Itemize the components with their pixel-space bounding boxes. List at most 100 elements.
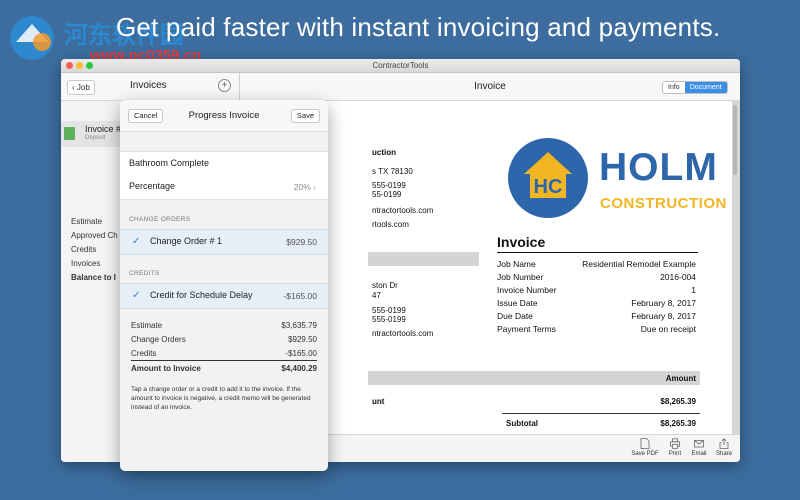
credit-label: Credit for Schedule Delay	[150, 290, 253, 300]
invoice-heading-rule	[497, 252, 698, 253]
summary-value-change-orders: $929.50	[288, 335, 317, 344]
change-orders-section-header: CHANGE ORDERS	[129, 216, 191, 223]
window-titlebar: ContractorTools	[61, 59, 740, 73]
back-to-job-button[interactable]: ‹ Job	[67, 80, 95, 95]
house-logo-icon: HC	[524, 152, 572, 198]
field-label-job-number: Job Number	[497, 272, 544, 282]
invoice-doc-icon	[64, 127, 75, 140]
field-value-job-name: Residential Remodel Example	[582, 259, 696, 269]
popover-header: Cancel Progress Invoice Save	[120, 100, 328, 132]
milestone-field[interactable]: Bathroom Complete	[120, 151, 328, 177]
credit-amount: -$165.00	[283, 291, 317, 301]
company-web-partial: rtools.com	[372, 220, 409, 229]
sidebar-title: Invoices	[130, 80, 167, 91]
change-order-amount: $929.50	[286, 237, 317, 247]
company-logo-badge: HC	[508, 138, 588, 218]
email-label: Email	[691, 451, 707, 457]
tab-info[interactable]: Info	[663, 82, 685, 93]
amount-to-invoice-label: Amount to Invoice	[131, 364, 201, 373]
logo-initials: HC	[534, 176, 563, 198]
sidebar-item-credits[interactable]: Credits	[71, 245, 96, 254]
document-scrollbar[interactable]	[733, 105, 737, 175]
save-pdf-label: Save PDF	[631, 451, 659, 457]
change-order-row[interactable]: ✓ Change Order # 1 $929.50	[120, 229, 328, 255]
share-icon	[719, 438, 729, 449]
amount-to-invoice-value: $4,400.29	[281, 364, 317, 373]
field-label-invoice-number: Invoice Number	[497, 285, 557, 295]
field-value-job-number: 2016-004	[660, 272, 696, 282]
field-value-issue-date: February 8, 2017	[631, 298, 696, 308]
plus-circle-icon[interactable]: +	[218, 79, 231, 92]
save-button[interactable]: Save	[290, 109, 320, 123]
marketing-headline: Get paid faster with instant invoicing a…	[116, 12, 721, 42]
company-name-partial: uction	[372, 148, 396, 157]
window-title: ContractorTools	[372, 61, 429, 70]
company-fax-partial: 55-0199	[372, 190, 402, 199]
line-items-header-bar	[368, 371, 700, 385]
envelope-icon	[694, 440, 704, 448]
sidebar-item-invoices[interactable]: Invoices	[71, 259, 100, 268]
checkmark-icon: ✓	[132, 236, 141, 247]
line-item-label-partial: unt	[372, 397, 385, 406]
minimize-window-button[interactable]	[76, 62, 83, 69]
sidebar-item-balance: Balance to I	[71, 273, 116, 282]
summary-total-rule	[131, 360, 317, 361]
invoice-list-item-subtitle: Deposit	[85, 135, 106, 141]
field-value-invoice-number: 1	[691, 285, 696, 295]
summary-label-credits: Credits	[131, 349, 157, 358]
document-toolbar: Invoice Info Document	[240, 73, 740, 101]
share-label: Share	[715, 451, 732, 457]
invoice-list-item-title: Invoice #	[85, 124, 122, 134]
change-order-label: Change Order # 1	[150, 236, 223, 246]
logo-wordmark-line2: CONSTRUCTION	[600, 195, 727, 212]
share-button[interactable]: Share	[706, 438, 740, 457]
percentage-value: 20% ›	[294, 182, 316, 192]
summary-value-estimate: $3,635.79	[281, 321, 317, 330]
subtotal-label: Subtotal	[506, 419, 538, 428]
percentage-row[interactable]: Percentage 20% ›	[120, 175, 328, 200]
client-email-partial: ntractortools.com	[372, 329, 434, 338]
company-email-partial: ntractortools.com	[372, 206, 434, 215]
sidebar-toolbar: ‹ Job Invoices +	[61, 73, 239, 101]
back-button-label: Job	[76, 83, 90, 92]
summary-label-change-orders: Change Orders	[131, 335, 186, 344]
credits-section-header: CREDITS	[129, 270, 160, 277]
view-segmented-control: Info Document	[662, 81, 728, 94]
company-address-partial: s TX 78130	[372, 167, 413, 176]
client-zip-partial: 47	[372, 291, 381, 300]
sidebar-item-approved-changes[interactable]: Approved Ch	[71, 231, 118, 240]
subtotal-value: $8,265.39	[660, 419, 696, 428]
print-label: Print	[668, 451, 682, 457]
credit-row[interactable]: ✓ Credit for Schedule Delay -$165.00	[120, 283, 328, 309]
close-window-button[interactable]	[66, 62, 73, 69]
bill-to-header-bar	[368, 252, 479, 266]
chevron-right-icon: ›	[313, 182, 316, 192]
client-phone-partial: 555-0199	[372, 306, 406, 315]
invoice-heading: Invoice	[497, 234, 546, 250]
subtotal-rule	[502, 413, 700, 414]
logo-wordmark-line1: HOLM	[599, 146, 718, 189]
zoom-window-button[interactable]	[86, 62, 93, 69]
line-item-amount: $8,265.39	[660, 397, 696, 406]
field-label-payment-terms: Payment Terms	[497, 324, 556, 334]
watermark-logo-icon	[10, 16, 54, 60]
progress-invoice-popover: Cancel Progress Invoice Save Bathroom Co…	[120, 100, 328, 471]
summary-value-credits: -$165.00	[285, 349, 317, 358]
field-label-job-name: Job Name	[497, 259, 536, 269]
client-address-partial: ston Dr	[372, 281, 398, 290]
summary-label-estimate: Estimate	[131, 321, 163, 330]
percentage-label: Percentage	[129, 181, 176, 191]
field-label-issue-date: Issue Date	[497, 298, 538, 308]
sidebar-item-estimate[interactable]: Estimate	[71, 217, 102, 226]
tab-document[interactable]: Document	[684, 82, 727, 93]
document-icon	[640, 438, 650, 449]
checkmark-icon: ✓	[132, 290, 141, 301]
help-note: Tap a change order or a credit to add it…	[131, 386, 311, 412]
amount-column-header: Amount	[665, 374, 696, 383]
field-label-due-date: Due Date	[497, 311, 533, 321]
printer-icon	[670, 438, 680, 449]
field-value-payment-terms: Due on receipt	[640, 324, 696, 334]
field-value-due-date: February 8, 2017	[631, 311, 696, 321]
client-fax-partial: 555-0199	[372, 315, 406, 324]
percentage-value-text: 20%	[293, 182, 311, 192]
